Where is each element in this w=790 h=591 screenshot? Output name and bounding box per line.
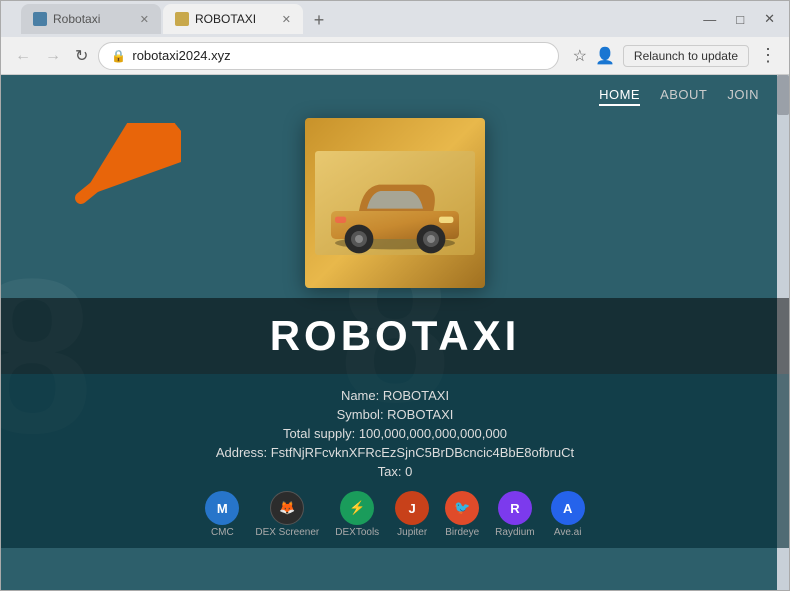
profile-icon[interactable]: 👤 [595, 46, 615, 66]
title-band: ROBOTAXI [1, 298, 789, 374]
close-button[interactable]: ✕ [758, 9, 781, 29]
tab-favicon-2 [175, 12, 189, 26]
nav-about[interactable]: ABOUT [660, 87, 707, 106]
tabs-bar: Robotaxi ✕ ROBOTAXI ✕ + [21, 4, 685, 34]
browser-window: Robotaxi ✕ ROBOTAXI ✕ + — □ ✕ ← → ↻ 🔒 ro… [0, 0, 790, 591]
relaunch-button[interactable]: Relaunch to update [623, 45, 749, 67]
address-right-icons: ☆ 👤 Relaunch to update ⋮ [573, 45, 779, 67]
cmc-label: CMC [211, 527, 234, 538]
tab-robotaxi2[interactable]: ROBOTAXI ✕ [163, 4, 303, 34]
nav-join[interactable]: JOIN [727, 87, 759, 106]
dextools-label: DEXTools [335, 527, 379, 538]
dex-screener-circle: 🦊 [270, 491, 304, 525]
dex-screener-label: DEX Screener [255, 527, 319, 538]
raydium-icon[interactable]: R Raydium [495, 491, 534, 538]
menu-icon[interactable]: ⋮ [757, 45, 779, 66]
address-text: robotaxi2024.xyz [132, 48, 545, 63]
lock-icon: 🔒 [111, 49, 126, 63]
token-supply: Total supply: 100,000,000,000,000,000 [283, 426, 507, 441]
site-nav: HOME ABOUT JOIN [1, 75, 789, 118]
token-tax: Tax: 0 [378, 464, 413, 479]
new-tab-button[interactable]: + [305, 6, 333, 34]
tab-favicon-1 [33, 12, 47, 26]
birdeye-icon[interactable]: 🐦 Birdeye [445, 491, 479, 538]
tab-label-2: ROBOTAXI [195, 12, 256, 26]
car-image [305, 118, 485, 288]
window-controls-right: — □ ✕ [697, 9, 781, 29]
dextools-circle: ⚡ [340, 491, 374, 525]
address-bar-row: ← → ↻ 🔒 robotaxi2024.xyz ☆ 👤 Relaunch to… [1, 37, 789, 75]
hero-section: ROBOTAXI Name: ROBOTAXI Symbol: ROBOTAXI… [1, 118, 789, 590]
info-section: Name: ROBOTAXI Symbol: ROBOTAXI Total su… [1, 374, 789, 548]
raydium-circle: R [498, 491, 532, 525]
site-title: ROBOTAXI [270, 312, 521, 359]
raydium-label: Raydium [495, 527, 534, 538]
tab-close-2[interactable]: ✕ [282, 13, 291, 26]
back-button[interactable]: ← [11, 45, 35, 67]
address-box[interactable]: 🔒 robotaxi2024.xyz [98, 42, 558, 70]
jupiter-circle: J [395, 491, 429, 525]
token-address: Address: FstfNjRFcvknXFRcEzSjnC5BrDBcnci… [216, 445, 574, 460]
minimize-button[interactable]: — [697, 10, 722, 29]
webpage-content: 8 8 HOME ABOUT JOIN [1, 75, 789, 590]
cmc-icon-circle: M [205, 491, 239, 525]
crypto-icons-row: M CMC 🦊 DEX Screener ⚡ D [205, 491, 584, 538]
jupiter-label: Jupiter [397, 527, 427, 538]
token-symbol: Symbol: ROBOTAXI [337, 407, 454, 422]
aveai-circle: A [551, 491, 585, 525]
bookmark-icon[interactable]: ☆ [573, 46, 587, 66]
aveai-label: Ave.ai [554, 527, 582, 538]
dex-screener-icon[interactable]: 🦊 DEX Screener [255, 491, 319, 538]
jupiter-icon[interactable]: J Jupiter [395, 491, 429, 538]
birdeye-label: Birdeye [445, 527, 479, 538]
tab-label-1: Robotaxi [53, 12, 100, 26]
dextools-icon[interactable]: ⚡ DEXTools [335, 491, 379, 538]
birdeye-circle: 🐦 [445, 491, 479, 525]
tab-close-1[interactable]: ✕ [140, 13, 149, 26]
reload-button[interactable]: ↻ [71, 44, 92, 68]
title-bar: Robotaxi ✕ ROBOTAXI ✕ + — □ ✕ [1, 1, 789, 37]
maximize-button[interactable]: □ [730, 10, 750, 29]
forward-button[interactable]: → [41, 45, 65, 67]
tab-robotaxi[interactable]: Robotaxi ✕ [21, 4, 161, 34]
token-name: Name: ROBOTAXI [341, 388, 449, 403]
cmc-icon[interactable]: M CMC [205, 491, 239, 538]
nav-home[interactable]: HOME [599, 87, 640, 106]
aveai-icon[interactable]: A Ave.ai [551, 491, 585, 538]
